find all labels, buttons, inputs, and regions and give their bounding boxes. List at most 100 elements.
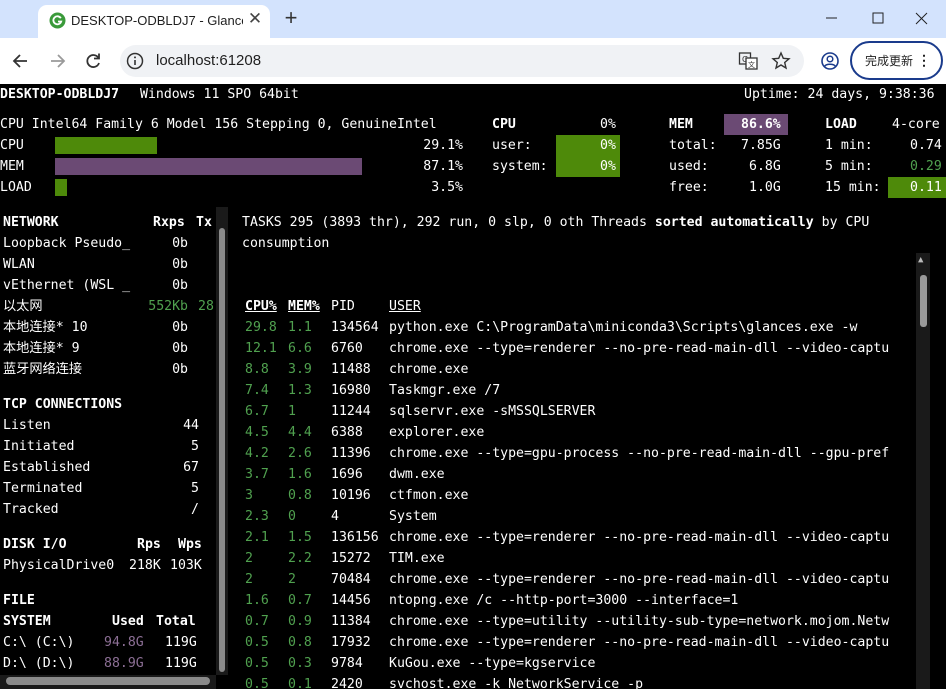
reload-icon[interactable] [82,50,104,72]
site-info-icon[interactable] [126,52,144,70]
process-pid: 17932 [331,635,371,650]
process-row[interactable]: 4.5 4.4 6388 explorer.exe [0,422,916,443]
process-command: System [389,509,437,524]
process-command: chrome.exe --type=renderer --no-pre-read… [389,530,890,545]
process-pid: 11384 [331,614,371,629]
scroll-up-arrow-icon[interactable]: ▲ [918,255,923,265]
process-row[interactable]: 1.6 0.7 14456 ntopng.exe /c --http-port=300… [0,590,916,611]
process-pid: 16980 [331,383,371,398]
glances-favicon-icon [49,12,66,29]
sidebar-scroll-thumb[interactable] [219,228,225,672]
process-mem: 1.1 [288,320,312,335]
process-cpu: 4.2 [245,446,269,461]
process-mem: 0.3 [288,656,312,671]
process-command: svchost.exe -k NetworkService -p [389,677,644,689]
process-cpu: 0.5 [245,656,269,671]
process-cpu: 2.3 [245,509,269,524]
process-row[interactable]: 0.5 0.8 17932 chrome.exe --type=renderer --… [0,632,916,653]
process-pid: 6388 [331,425,363,440]
profile-icon[interactable] [820,51,840,71]
process-command: Taskmgr.exe /7 [389,383,501,398]
process-command: python.exe C:\ProgramData\miniconda3\Scr… [389,320,858,335]
process-row[interactable]: 2.3 0 4 System [0,506,916,527]
process-command: dwm.exe [389,467,445,482]
process-row[interactable]: 8.8 3.9 11488 chrome.exe [0,359,916,380]
close-icon[interactable]: ✕ [246,10,264,28]
url-text[interactable]: localhost:61208 [156,52,261,69]
browser-tab[interactable]: DESKTOP-ODBLDJ7 - Glances ✕ [38,5,270,38]
glances-terminal: DESKTOP-ODBLDJ7 Windows 11 SPO 64bit Upt… [0,84,946,689]
process-pid: 1696 [331,467,363,482]
process-row[interactable]: 0.5 0.3 9784 KuGou.exe --type=kgservice [0,653,916,674]
process-cpu: 4.5 [245,425,269,440]
forward-arrow-icon[interactable] [46,50,68,72]
process-command: ntopng.exe /c --http-port=3000 --interfa… [389,593,739,608]
process-mem: 0.8 [288,488,312,503]
process-row[interactable]: 4.2 2.6 11396 chrome.exe --type=gpu-process… [0,443,916,464]
process-pid: 134564 [331,320,379,335]
process-pid: 11488 [331,362,371,377]
process-command: TIM.exe [389,551,445,566]
process-cpu: 12.1 [245,341,277,356]
process-row[interactable]: 2.1 1.5 136156 chrome.exe --type=renderer -… [0,527,916,548]
process-mem: 4.4 [288,425,312,440]
process-mem: 2.6 [288,446,312,461]
process-cpu: 2.1 [245,530,269,545]
process-pid: 6760 [331,341,363,356]
process-command: chrome.exe [389,362,469,377]
process-command: ctfmon.exe [389,488,469,503]
process-cpu: 2 [245,551,253,566]
process-cpu: 2 [245,572,253,587]
translate-icon[interactable]: G 文 [738,51,758,71]
process-cpu: 0.7 [245,614,269,629]
process-command: KuGou.exe --type=kgservice [389,656,596,671]
process-scroll-thumb[interactable] [920,275,927,327]
minimize-icon[interactable] [812,4,852,32]
update-label: 完成更新 [865,54,914,68]
process-row[interactable]: 29.8 1.1 134564 python.exe C:\ProgramData\m… [0,317,916,338]
process-command: sqlservr.exe -sMSSQLSERVER [389,404,596,419]
process-mem: 0.7 [288,593,312,608]
process-row[interactable]: 2 2 70484 chrome.exe --type=renderer --no-p… [0,569,916,590]
process-cpu: 8.8 [245,362,269,377]
process-mem: 3.9 [288,362,312,377]
process-row[interactable]: 6.7 1 11244 sqlservr.exe -sMSSQLSERVER [0,401,916,422]
process-mem: 1 [288,404,296,419]
process-pid: 14456 [331,593,371,608]
process-pid: 4 [331,509,339,524]
close-icon[interactable] [902,4,942,32]
process-row[interactable]: 3.7 1.6 1696 dwm.exe [0,464,916,485]
process-command: chrome.exe --type=renderer --no-pre-read… [389,341,890,356]
sidebar-hscroll-thumb[interactable] [6,677,210,685]
process-command: explorer.exe [389,425,485,440]
process-command: chrome.exe --type=renderer --no-pre-read… [389,635,890,650]
process-mem: 1.6 [288,467,312,482]
process-mem: 1.3 [288,383,312,398]
process-mem: 0 [288,509,296,524]
maximize-icon[interactable] [858,4,898,32]
process-row[interactable]: 0.7 0.9 11384 chrome.exe --type=utility --u… [0,611,916,632]
more-vert-icon[interactable]: ⋮ [917,52,931,69]
process-row[interactable]: 2 2.2 15272 TIM.exe [0,548,916,569]
process-pid: 11244 [331,404,371,419]
tab-title: DESKTOP-ODBLDJ7 - Glances [71,13,243,28]
process-pid: 15272 [331,551,371,566]
process-pid: 9784 [331,656,363,671]
svg-text:文: 文 [748,60,755,69]
process-cpu: 0.5 [245,677,269,689]
process-mem: 1.5 [288,530,312,545]
plus-icon[interactable]: + [281,5,301,31]
process-command: chrome.exe --type=renderer --no-pre-read… [389,572,890,587]
back-arrow-icon[interactable] [10,50,32,72]
process-row[interactable]: 3 0.8 10196 ctfmon.exe [0,485,916,506]
process-cpu: 6.7 [245,404,269,419]
process-cpu: 7.4 [245,383,269,398]
process-row[interactable]: 7.4 1.3 16980 Taskmgr.exe /7 [0,380,916,401]
process-row[interactable]: 12.1 6.6 6760 chrome.exe --type=renderer --… [0,338,916,359]
process-pid: 10196 [331,488,371,503]
process-pid: 136156 [331,530,379,545]
process-mem: 6.6 [288,341,312,356]
update-button[interactable]: 完成更新 ⋮ [850,41,943,80]
process-mem: 0.8 [288,635,312,650]
star-icon[interactable] [771,51,791,71]
